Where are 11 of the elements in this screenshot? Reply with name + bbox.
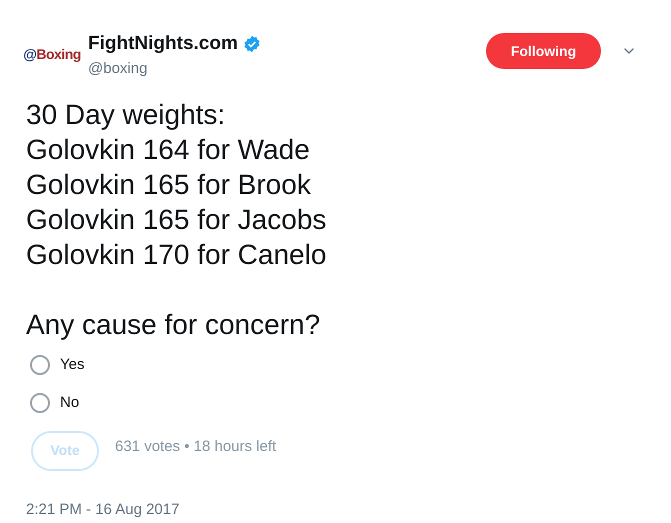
poll-option-label[interactable]: Yes <box>60 354 84 376</box>
radio-button[interactable] <box>30 354 50 375</box>
tweet-timestamp[interactable]: 2:21 PM - 16 Aug 2017 <box>26 498 180 521</box>
account-handle[interactable]: @boxing <box>88 58 261 78</box>
avatar-logo[interactable]: @Boxing <box>26 32 78 76</box>
poll-option-label[interactable]: No <box>60 392 80 414</box>
tweet-text: 30 Day weights: Golovkin 164 for Wade Golovkin 165 for Brook Golovkin 165 for Jacobs Golovkin 170 for Canelo Any cause for concern? <box>26 98 328 342</box>
poll-summary: 631 votes • 18 hours left <box>115 437 276 458</box>
account-name[interactable]: FightNights.com <box>88 30 238 58</box>
following-button[interactable]: Following <box>486 33 601 69</box>
radio-button[interactable] <box>30 393 50 414</box>
